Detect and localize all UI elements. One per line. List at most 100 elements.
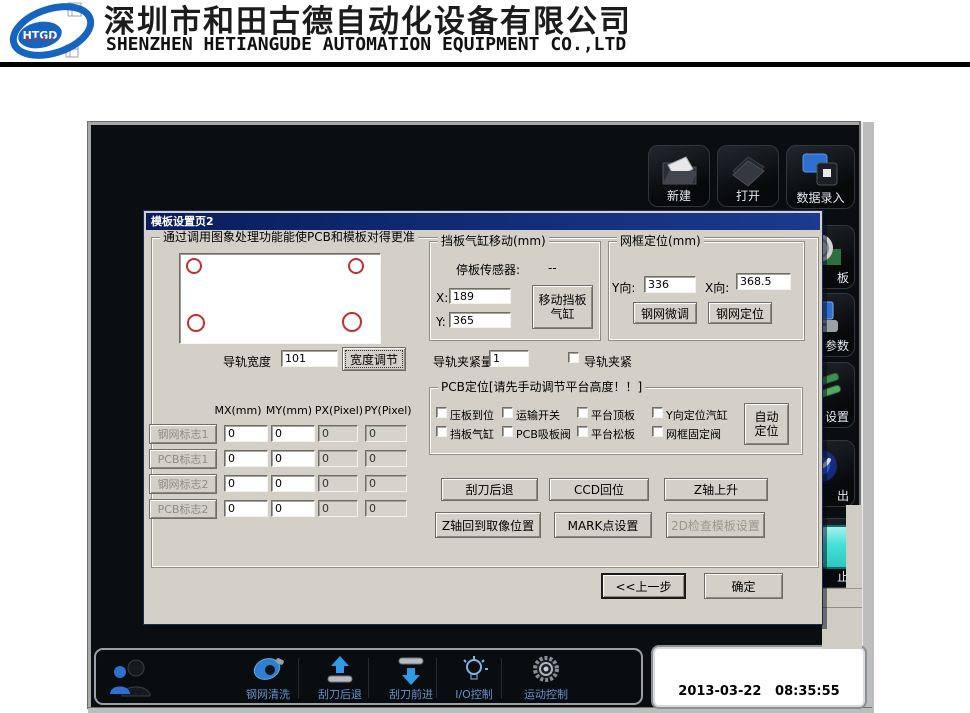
rail-clamp-checkbox[interactable] <box>568 352 579 363</box>
dialog-titlebar[interactable]: 模板设置页2 <box>146 213 820 230</box>
transport-switch-label: 运输开关 <box>516 409 560 422</box>
baffle-x-input[interactable] <box>449 288 511 304</box>
toolbar-item-io-control[interactable]: I/O控制 <box>442 654 506 702</box>
stencil-mark2-px-field <box>318 475 358 492</box>
pcb-suction-valve-checkbox[interactable] <box>502 426 513 437</box>
platform-top-checkbox[interactable] <box>577 407 588 418</box>
frame-fix-valve-checkbox[interactable] <box>652 426 663 437</box>
stencil-mark2-button[interactable]: 钢网标志2 <box>149 474 217 494</box>
rail-width-label: 导轨宽度 <box>223 355 272 369</box>
nav-button-new[interactable]: 新建 <box>648 145 710 207</box>
squeegee-forward-icon <box>398 657 424 685</box>
stencil-mark1-my-input[interactable] <box>271 425 315 442</box>
z-to-capture-button[interactable]: Z轴回到取像位置 <box>435 512 541 538</box>
io-control-icon <box>463 656 488 680</box>
company-logo-icon: HTGD <box>9 2 95 59</box>
frame-y-input[interactable] <box>644 276 696 293</box>
datetime-display: 2013-03-22 08:35:55 <box>678 684 840 699</box>
pcb-mark2-my-input[interactable] <box>271 500 315 517</box>
platform-top-label: 平台顶板 <box>591 409 635 422</box>
toolbar-separator <box>368 658 369 698</box>
rail-clamp-amount-input[interactable] <box>489 350 529 367</box>
fiducial-mark <box>186 258 202 274</box>
pcb-preview-canvas <box>179 253 381 344</box>
toolbar-separator <box>501 658 502 698</box>
ccd-return-button[interactable]: CCD回位 <box>549 478 649 501</box>
baffle-group-label: 挡板气缸移动(mm) <box>438 234 549 248</box>
frame-fix-valve-label: 网框固定阀 <box>666 428 721 441</box>
transport-switch-checkbox[interactable] <box>502 407 513 418</box>
stencil-mark1-mx-input[interactable] <box>224 425 268 442</box>
frame-x-input[interactable] <box>736 273 791 290</box>
col-header-mx: MX(mm) <box>214 404 262 417</box>
stop-sensor-label: 停板传感器: <box>456 263 521 277</box>
auto-position-button[interactable]: 自动 定位 <box>744 403 789 445</box>
company-name-en: SHENZHEN HETIANGUDE AUTOMATION EQUIPMENT… <box>106 34 627 55</box>
check-2d-template-button: 2D检查模板设置 <box>666 512 765 538</box>
pcb-mark2-py-field <box>365 500 407 517</box>
squeegee-back-icon <box>327 656 353 683</box>
rail-width-input[interactable] <box>281 350 338 367</box>
background-dialog-corner <box>822 588 862 649</box>
col-header-my: MY(mm) <box>265 404 313 417</box>
rail-clamp-checkbox-label: 导轨夹紧 <box>584 355 633 369</box>
background-dialog-edge <box>846 505 862 590</box>
stencil-clean-icon <box>253 658 284 680</box>
pcb-mark1-mx-input[interactable] <box>224 450 268 467</box>
y-position-cylinder-checkbox[interactable] <box>652 407 663 418</box>
pcb-mark1-my-input[interactable] <box>271 450 315 467</box>
stencil-mark1-py-field <box>365 425 407 442</box>
page: HTGD 深圳市和田古德自动化设备有限公司 SHENZHEN HETIANGUD… <box>0 0 970 713</box>
width-adjust-button[interactable]: 宽度调节 <box>342 347 406 371</box>
toolbar-separator <box>298 658 299 698</box>
mark-point-setting-button[interactable]: MARK点设置 <box>554 512 652 538</box>
toolbar-item-stencil-clean[interactable]: 钢网清洗 <box>232 654 304 702</box>
col-header-py: PY(Pixel) <box>364 404 412 417</box>
stencil-fine-tune-button[interactable]: 钢网微调 <box>633 302 697 324</box>
baffle-cylinder-label: 挡板气缸 <box>450 428 494 441</box>
platform-release-label: 平台松板 <box>591 428 635 441</box>
stencil-mark1-button[interactable]: 钢网标志1 <box>149 424 217 444</box>
previous-step-button[interactable]: <<上一步 <box>601 573 686 599</box>
bottom-toolbar: 钢网清洗 刮刀后退 刮刀前进 I/O控制 运动控制 <box>94 648 643 705</box>
stencil-position-button[interactable]: 钢网定位 <box>708 302 772 324</box>
status-panel: 2013-03-22 08:35:55 <box>651 645 867 709</box>
pcb-mark1-button[interactable]: PCB标志1 <box>149 449 217 469</box>
motion-control-icon <box>533 656 559 682</box>
pcb-mark2-mx-input[interactable] <box>224 500 268 517</box>
col-header-px: PX(Pixel) <box>314 404 364 417</box>
toolbar-item-squeegee-forward[interactable]: 刮刀前进 <box>377 654 445 702</box>
platform-release-checkbox[interactable] <box>577 426 588 437</box>
baffle-cylinder-checkbox[interactable] <box>436 426 447 437</box>
pcb-mark1-px-field <box>318 450 358 467</box>
stencil-mark1-px-field <box>318 425 358 442</box>
squeegee-back-button[interactable]: 刮刀后退 <box>441 478 538 501</box>
move-baffle-button[interactable]: 移动挡板 气缸 <box>532 285 593 329</box>
stencil-mark2-py-field <box>365 475 407 492</box>
ok-button[interactable]: 确定 <box>704 573 783 599</box>
pcb-suction-valve-label: PCB吸板阀 <box>516 428 571 441</box>
toolbar-item-motion-control[interactable]: 运动控制 <box>510 654 582 702</box>
toolbar-item-squeegee-back[interactable]: 刮刀后退 <box>306 654 374 702</box>
nav-button-open[interactable]: 打开 <box>717 145 779 207</box>
fiducial-mark <box>342 312 362 332</box>
open-file-icon <box>732 156 765 187</box>
alignment-group-label: 通过调用图象处理功能能使PCB和模板对得更准 <box>160 230 418 244</box>
z-axis-up-button[interactable]: Z轴上升 <box>664 478 768 501</box>
users-icon <box>110 659 151 697</box>
data-entry-icon <box>802 153 837 186</box>
pcb-group-label: PCB定位[请先手动调节平台高度！！] <box>438 380 646 394</box>
pcb-mark1-py-field <box>365 450 407 467</box>
frame-y-label: Y向: <box>612 281 636 295</box>
baffle-y-input[interactable] <box>449 312 511 328</box>
new-file-icon <box>662 156 697 185</box>
press-in-place-checkbox[interactable] <box>436 407 447 418</box>
y-position-cylinder-label: Y向定位汽缸 <box>666 409 728 422</box>
baffle-x-label: X: <box>436 291 449 305</box>
pcb-mark2-button[interactable]: PCB标志2 <box>149 499 217 519</box>
nav-button-data-entry[interactable]: 数据录入 <box>786 145 855 209</box>
frame-group-label: 网框定位(mm) <box>617 234 704 248</box>
stencil-mark2-mx-input[interactable] <box>224 475 268 492</box>
stencil-mark2-my-input[interactable] <box>271 475 315 492</box>
baffle-y-label: Y: <box>436 315 446 329</box>
